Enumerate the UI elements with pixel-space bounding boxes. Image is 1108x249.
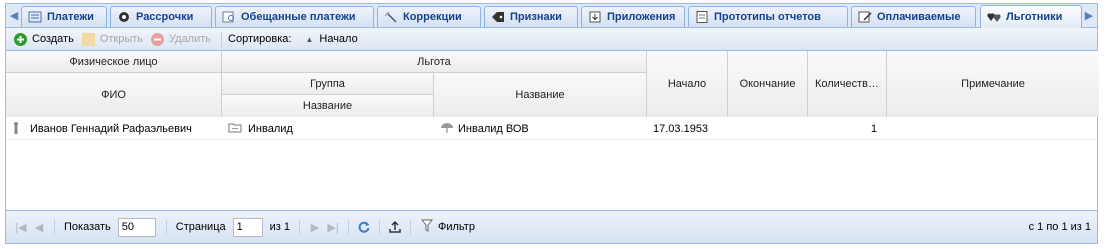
tab-payable[interactable]: Оплачиваемые	[851, 6, 976, 27]
prev-page-icon[interactable]: ◀	[30, 218, 48, 236]
group-name-value: Инвалид	[248, 123, 293, 135]
sort-label: Сортировка:	[228, 33, 292, 45]
pager-separator	[299, 219, 300, 235]
plus-icon	[14, 32, 27, 46]
open-button[interactable]: Открыть	[78, 30, 147, 49]
last-page-icon[interactable]: ▶|	[324, 218, 342, 236]
delete-button[interactable]: Удалить	[147, 30, 215, 49]
page-size-input[interactable]: 50	[117, 217, 156, 237]
tab-label: Прототипы отчетов	[714, 11, 821, 23]
sort-ascending-icon: ▲	[305, 34, 314, 44]
edit-document-icon	[858, 11, 872, 23]
pager-separator	[54, 219, 55, 235]
fio-value: Иванов Геннадий Рафаэльевич	[30, 123, 192, 135]
search-document-icon	[222, 11, 236, 23]
funnel-icon	[420, 219, 434, 235]
create-button[interactable]: Создать	[10, 30, 78, 49]
table-row[interactable]: Иванов Геннадий Рафаэльевич Инвалид Инва…	[6, 118, 1097, 140]
header-end[interactable]: Окончание	[728, 51, 808, 117]
grid-header: Физическое лицо ФИО Льгота Группа Назван…	[6, 51, 1099, 117]
tab-report-prototypes[interactable]: Прототипы отчетов	[688, 6, 848, 27]
tab-attributes[interactable]: Признаки	[484, 6, 578, 27]
report-icon	[695, 11, 709, 23]
folder-icon	[228, 122, 242, 136]
toolbar-separator	[221, 31, 223, 47]
tab-corrections[interactable]: Коррекции	[377, 6, 481, 27]
list-icon	[28, 11, 42, 23]
delete-label: Удалить	[169, 33, 212, 45]
tab-label: Платежи	[47, 11, 94, 23]
paging-summary: с 1 по 1 из 1	[1028, 221, 1091, 233]
filter-label: Фильтр	[438, 221, 475, 233]
tab-label: Признаки	[510, 11, 562, 23]
toolbar: Создать Открыть Удалить Сортировка: ▲ На…	[6, 28, 1097, 51]
page-count-label: из 1	[269, 221, 290, 233]
header-person-group: Физическое лицо	[6, 51, 222, 73]
filter-button[interactable]: Фильтр	[417, 218, 479, 237]
tab-scroll-right-icon[interactable]: ▶	[1082, 4, 1096, 27]
wand-icon	[384, 11, 398, 23]
header-group-name[interactable]: Название	[222, 95, 434, 117]
name-value: Инвалид ВОВ	[458, 123, 529, 135]
cell-fio: Иванов Геннадий Рафаэльевич	[6, 118, 222, 140]
tab-promised-payments[interactable]: Обещанные платежи	[215, 6, 374, 27]
gear-icon	[117, 11, 131, 23]
header-benefit-group: Льгота	[222, 51, 647, 73]
pager-separator	[410, 219, 411, 235]
tab-installments[interactable]: Рассрочки	[110, 6, 212, 27]
page-label: Страница	[175, 221, 226, 233]
header-fio[interactable]: ФИО	[6, 73, 222, 117]
grid-body: Иванов Геннадий Рафаэльевич Инвалид Инва…	[6, 118, 1097, 212]
sort-value: Начало	[319, 33, 358, 45]
cell-note	[887, 118, 1099, 140]
tag-icon	[491, 11, 505, 23]
tab-strip: ◀ Платежи Рассрочки Обещанные платежи Ко…	[5, 3, 1098, 28]
sort-button[interactable]: ▲ Начало	[301, 30, 361, 49]
person-icon	[12, 121, 22, 138]
header-name[interactable]: Название	[434, 73, 647, 117]
tab-scroll-left-icon[interactable]: ◀	[7, 4, 21, 27]
window: ◀ Платежи Рассрочки Обещанные платежи Ко…	[0, 0, 1108, 249]
tab-label: Льготники	[1006, 11, 1063, 23]
open-document-icon	[81, 32, 95, 46]
paging-toolbar: |◀ ◀ Показать 50 Страница 1 из 1 ▶ ▶| Фи…	[6, 210, 1097, 243]
tab-beneficiaries[interactable]: Льготники	[980, 5, 1082, 28]
export-icon[interactable]	[386, 218, 404, 236]
create-label: Создать	[32, 33, 74, 45]
page-number-input[interactable]: 1	[232, 217, 263, 237]
beneficiaries-panel: Создать Открыть Удалить Сортировка: ▲ На…	[5, 27, 1099, 244]
first-page-icon[interactable]: |◀	[12, 218, 30, 236]
header-count[interactable]: Количеств…	[808, 51, 887, 117]
header-group: Группа	[222, 73, 434, 95]
tab-label: Приложения	[607, 11, 676, 23]
cell-count: 1	[870, 123, 877, 135]
next-page-icon[interactable]: ▶	[306, 218, 324, 236]
open-label: Открыть	[99, 33, 144, 45]
tab-label: Оплачиваемые	[877, 11, 961, 23]
cell-end	[728, 118, 808, 140]
cell-name: Инвалид ВОВ	[434, 118, 647, 140]
refresh-icon[interactable]	[355, 218, 373, 236]
tab-attachments[interactable]: Приложения	[581, 6, 685, 27]
header-note[interactable]: Примечание	[887, 51, 1099, 117]
cell-group-name: Инвалид	[222, 118, 434, 140]
hearts-icon	[987, 11, 1001, 23]
tab-label: Коррекции	[403, 11, 462, 23]
pager-separator	[379, 219, 380, 235]
minus-icon	[151, 32, 165, 46]
tab-label: Обещанные платежи	[241, 11, 356, 23]
tab-label: Рассрочки	[136, 11, 194, 23]
umbrella-icon	[440, 122, 454, 137]
tab-payments[interactable]: Платежи	[21, 6, 107, 27]
cell-start: 17.03.1953	[653, 123, 709, 135]
show-label: Показать	[64, 221, 111, 233]
pager-separator	[165, 219, 167, 235]
download-icon	[588, 11, 602, 23]
header-start[interactable]: Начало	[647, 51, 728, 117]
pager-separator	[348, 219, 349, 235]
